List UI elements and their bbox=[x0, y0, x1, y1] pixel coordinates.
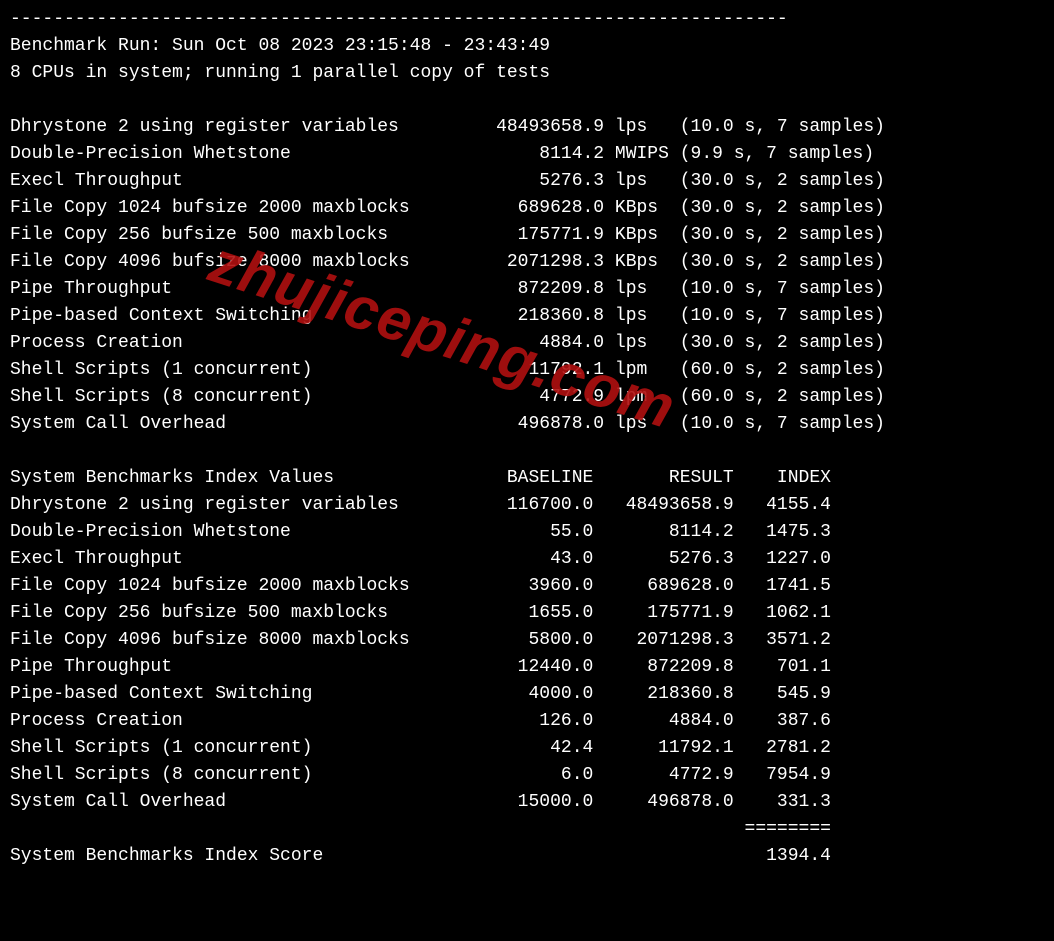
test-result-line: Double-Precision Whetstone 8114.2 MWIPS … bbox=[10, 141, 1044, 168]
terminal-output[interactable]: ----------------------------------------… bbox=[0, 0, 1054, 876]
test-result-line: Shell Scripts (1 concurrent) 11792.1 lpm… bbox=[10, 357, 1044, 384]
index-values-block: Dhrystone 2 using register variables 116… bbox=[10, 492, 1044, 816]
index-row: Pipe-based Context Switching 4000.0 2183… bbox=[10, 681, 1044, 708]
index-row: File Copy 4096 bufsize 8000 maxblocks 58… bbox=[10, 627, 1044, 654]
test-result-line: Shell Scripts (8 concurrent) 4772.9 lpm … bbox=[10, 384, 1044, 411]
score-divider-line: ======== bbox=[10, 816, 1044, 843]
test-result-line: File Copy 256 bufsize 500 maxblocks 1757… bbox=[10, 222, 1044, 249]
index-row: Process Creation 126.0 4884.0 387.6 bbox=[10, 708, 1044, 735]
score-line: System Benchmarks Index Score 1394.4 bbox=[10, 843, 1044, 870]
benchmark-run-header: Benchmark Run: Sun Oct 08 2023 23:15:48 … bbox=[10, 33, 1044, 60]
test-results-block: Dhrystone 2 using register variables 484… bbox=[10, 114, 1044, 438]
index-row: Shell Scripts (1 concurrent) 42.4 11792.… bbox=[10, 735, 1044, 762]
test-result-line: File Copy 1024 bufsize 2000 maxblocks 68… bbox=[10, 195, 1044, 222]
separator-line: ----------------------------------------… bbox=[10, 6, 1044, 33]
test-result-line: Process Creation 4884.0 lps (30.0 s, 2 s… bbox=[10, 330, 1044, 357]
test-result-line: Execl Throughput 5276.3 lps (30.0 s, 2 s… bbox=[10, 168, 1044, 195]
index-row: Dhrystone 2 using register variables 116… bbox=[10, 492, 1044, 519]
test-result-line: Pipe-based Context Switching 218360.8 lp… bbox=[10, 303, 1044, 330]
index-row: Execl Throughput 43.0 5276.3 1227.0 bbox=[10, 546, 1044, 573]
test-result-line: Dhrystone 2 using register variables 484… bbox=[10, 114, 1044, 141]
index-row: Shell Scripts (8 concurrent) 6.0 4772.9 … bbox=[10, 762, 1044, 789]
index-row: Double-Precision Whetstone 55.0 8114.2 1… bbox=[10, 519, 1044, 546]
test-result-line: System Call Overhead 496878.0 lps (10.0 … bbox=[10, 411, 1044, 438]
index-row: System Call Overhead 15000.0 496878.0 33… bbox=[10, 789, 1044, 816]
cpu-info-line: 8 CPUs in system; running 1 parallel cop… bbox=[10, 60, 1044, 87]
test-result-line: File Copy 4096 bufsize 8000 maxblocks 20… bbox=[10, 249, 1044, 276]
index-row: Pipe Throughput 12440.0 872209.8 701.1 bbox=[10, 654, 1044, 681]
index-row: File Copy 1024 bufsize 2000 maxblocks 39… bbox=[10, 573, 1044, 600]
index-header-line: System Benchmarks Index Values BASELINE … bbox=[10, 465, 1044, 492]
blank-line bbox=[10, 87, 1044, 114]
test-result-line: Pipe Throughput 872209.8 lps (10.0 s, 7 … bbox=[10, 276, 1044, 303]
blank-line bbox=[10, 438, 1044, 465]
index-row: File Copy 256 bufsize 500 maxblocks 1655… bbox=[10, 600, 1044, 627]
